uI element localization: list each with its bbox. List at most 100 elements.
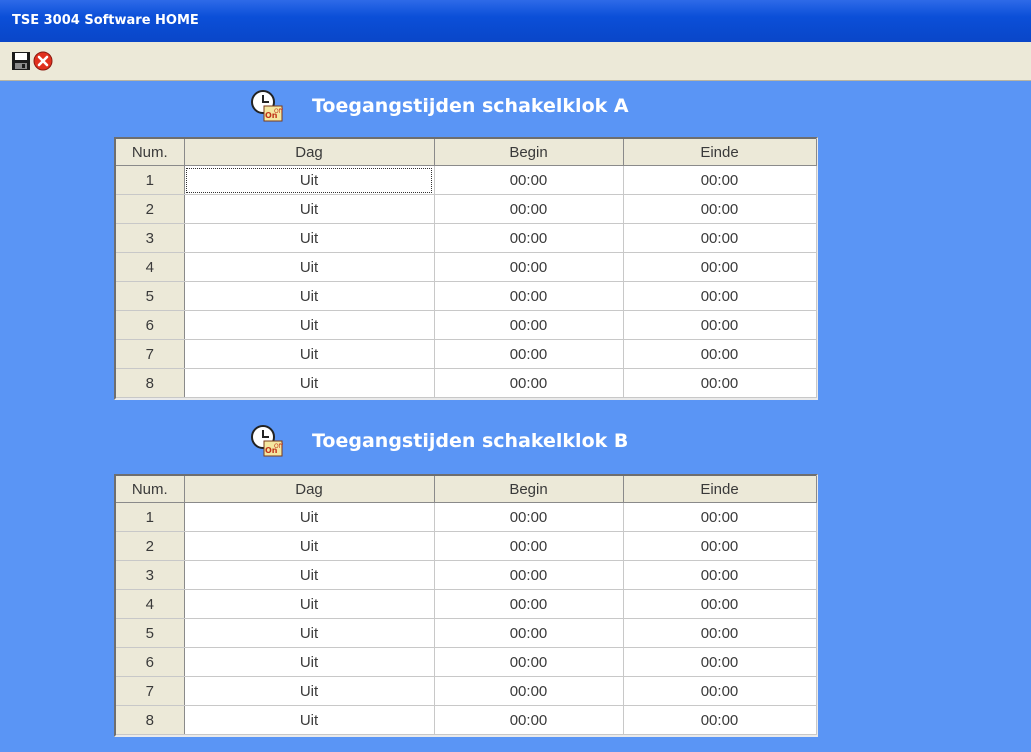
clock-on-off-icon: On Off [251, 425, 284, 457]
einde-cell[interactable]: 00:00 [623, 705, 817, 735]
dag-cell[interactable]: Uit [184, 368, 435, 398]
begin-cell[interactable]: 00:00 [434, 618, 624, 648]
begin-cell[interactable]: 00:00 [434, 560, 624, 590]
dag-cell[interactable]: Uit [184, 165, 435, 195]
section-b-header: On Off Toegangstijden schakelklok B [250, 423, 628, 459]
table-row: 7 Uit 00:00 00:00 [116, 339, 817, 369]
row-number[interactable]: 7 [116, 339, 185, 369]
einde-cell[interactable]: 00:00 [623, 310, 817, 340]
dag-cell[interactable]: Uit [184, 676, 435, 706]
einde-cell[interactable]: 00:00 [623, 618, 817, 648]
dag-cell[interactable]: Uit [184, 339, 435, 369]
einde-cell[interactable]: 00:00 [623, 531, 817, 561]
column-header-begin[interactable]: Begin [434, 139, 624, 166]
begin-cell[interactable]: 00:00 [434, 589, 624, 619]
einde-cell[interactable]: 00:00 [623, 194, 817, 224]
svg-text:Off: Off [274, 443, 284, 450]
einde-cell[interactable]: 00:00 [623, 589, 817, 619]
einde-cell[interactable]: 00:00 [623, 339, 817, 369]
table-row: 3 Uit 00:00 00:00 [116, 560, 817, 590]
begin-cell[interactable]: 00:00 [434, 368, 624, 398]
dag-cell[interactable]: Uit [184, 252, 435, 282]
dag-cell[interactable]: Uit [184, 281, 435, 311]
begin-cell[interactable]: 00:00 [434, 531, 624, 561]
floppy-disk-icon[interactable] [11, 51, 31, 71]
einde-cell[interactable]: 00:00 [623, 223, 817, 253]
row-number[interactable]: 2 [116, 194, 185, 224]
row-number[interactable]: 6 [116, 310, 185, 340]
schedule-table-b: Num. Dag Begin Einde 1 Uit 00:00 00:00 2 Uit… [114, 474, 818, 737]
begin-cell[interactable]: 00:00 [434, 502, 624, 532]
row-number[interactable]: 8 [116, 368, 185, 398]
einde-cell[interactable]: 00:00 [623, 560, 817, 590]
row-number[interactable]: 2 [116, 531, 185, 561]
column-header-num[interactable]: Num. [116, 139, 185, 166]
section-a-header: On Off Toegangstijden schakelklok A [250, 88, 629, 124]
einde-cell[interactable]: 00:00 [623, 676, 817, 706]
row-number[interactable]: 4 [116, 252, 185, 282]
row-number[interactable]: 1 [116, 165, 185, 195]
table-row: 2 Uit 00:00 00:00 [116, 531, 817, 561]
table-row: 4 Uit 00:00 00:00 [116, 589, 817, 619]
table-row: 2 Uit 00:00 00:00 [116, 194, 817, 224]
begin-cell[interactable]: 00:00 [434, 676, 624, 706]
dag-cell[interactable]: Uit [184, 560, 435, 590]
dag-cell[interactable]: Uit [184, 647, 435, 677]
table-row: 6 Uit 00:00 00:00 [116, 310, 817, 340]
red-circle-x-icon[interactable] [33, 51, 53, 71]
schedule-table-a: Num. Dag Begin Einde 1 Uit 00:00 00:00 2 Uit… [114, 137, 818, 400]
einde-cell[interactable]: 00:00 [623, 647, 817, 677]
table-row: 7 Uit 00:00 00:00 [116, 676, 817, 706]
begin-cell[interactable]: 00:00 [434, 252, 624, 282]
column-header-num[interactable]: Num. [116, 476, 185, 503]
row-number[interactable]: 3 [116, 223, 185, 253]
table-row: 3 Uit 00:00 00:00 [116, 223, 817, 253]
einde-cell[interactable]: 00:00 [623, 252, 817, 282]
table-header-row: Num. Dag Begin Einde [116, 476, 817, 503]
column-header-begin[interactable]: Begin [434, 476, 624, 503]
window-title: TSE 3004 Software HOME [12, 13, 199, 28]
dag-cell[interactable]: Uit [184, 194, 435, 224]
dag-cell[interactable]: Uit [184, 531, 435, 561]
dag-cell[interactable]: Uit [184, 618, 435, 648]
dag-cell[interactable]: Uit [184, 589, 435, 619]
einde-cell[interactable]: 00:00 [623, 502, 817, 532]
begin-cell[interactable]: 00:00 [434, 281, 624, 311]
row-number[interactable]: 5 [116, 618, 185, 648]
row-number[interactable]: 7 [116, 676, 185, 706]
row-number[interactable]: 6 [116, 647, 185, 677]
column-header-einde[interactable]: Einde [623, 476, 817, 503]
row-number[interactable]: 3 [116, 560, 185, 590]
dag-cell[interactable]: Uit [184, 502, 435, 532]
row-number[interactable]: 8 [116, 705, 185, 735]
row-number[interactable]: 5 [116, 281, 185, 311]
toolbar [0, 42, 1031, 81]
table-row: 5 Uit 00:00 00:00 [116, 281, 817, 311]
table-row: 1 Uit 00:00 00:00 [116, 165, 817, 195]
begin-cell[interactable]: 00:00 [434, 339, 624, 369]
einde-cell[interactable]: 00:00 [623, 165, 817, 195]
begin-cell[interactable]: 00:00 [434, 647, 624, 677]
clock-on-off-icon: On Off [251, 90, 284, 122]
row-number[interactable]: 4 [116, 589, 185, 619]
table-row: 6 Uit 00:00 00:00 [116, 647, 817, 677]
dag-cell[interactable]: Uit [184, 223, 435, 253]
table-row: 8 Uit 00:00 00:00 [116, 705, 817, 735]
begin-cell[interactable]: 00:00 [434, 223, 624, 253]
section-b-title: Toegangstijden schakelklok B [312, 430, 629, 452]
row-number[interactable]: 1 [116, 502, 185, 532]
begin-cell[interactable]: 00:00 [434, 194, 624, 224]
einde-cell[interactable]: 00:00 [623, 281, 817, 311]
title-bar: TSE 3004 Software HOME [0, 0, 1031, 42]
svg-text:Off: Off [274, 108, 284, 115]
einde-cell[interactable]: 00:00 [623, 368, 817, 398]
dag-cell[interactable]: Uit [184, 705, 435, 735]
dag-cell[interactable]: Uit [184, 310, 435, 340]
column-header-dag[interactable]: Dag [184, 139, 435, 166]
begin-cell[interactable]: 00:00 [434, 165, 624, 195]
column-header-einde[interactable]: Einde [623, 139, 817, 166]
table-row: 4 Uit 00:00 00:00 [116, 252, 817, 282]
begin-cell[interactable]: 00:00 [434, 705, 624, 735]
begin-cell[interactable]: 00:00 [434, 310, 624, 340]
column-header-dag[interactable]: Dag [184, 476, 435, 503]
